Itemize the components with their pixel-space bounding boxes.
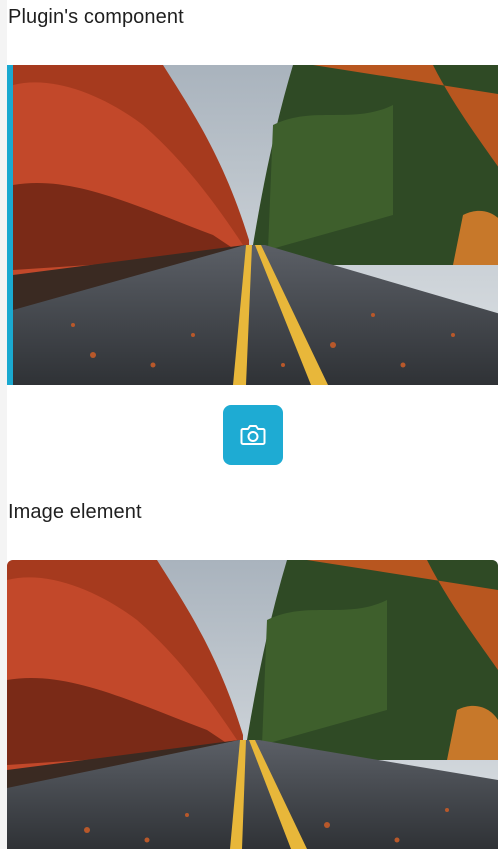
plugin-image-frame — [7, 65, 498, 385]
camera-button[interactable] — [223, 405, 283, 465]
plugin-component-heading: Plugin's component — [8, 6, 184, 28]
autumn-road-photo — [13, 65, 498, 385]
image-element-heading: Image element — [8, 501, 142, 523]
left-gutter — [0, 0, 7, 849]
image-element-frame — [7, 560, 498, 849]
camera-icon — [240, 425, 266, 445]
autumn-road-photo — [7, 560, 498, 849]
